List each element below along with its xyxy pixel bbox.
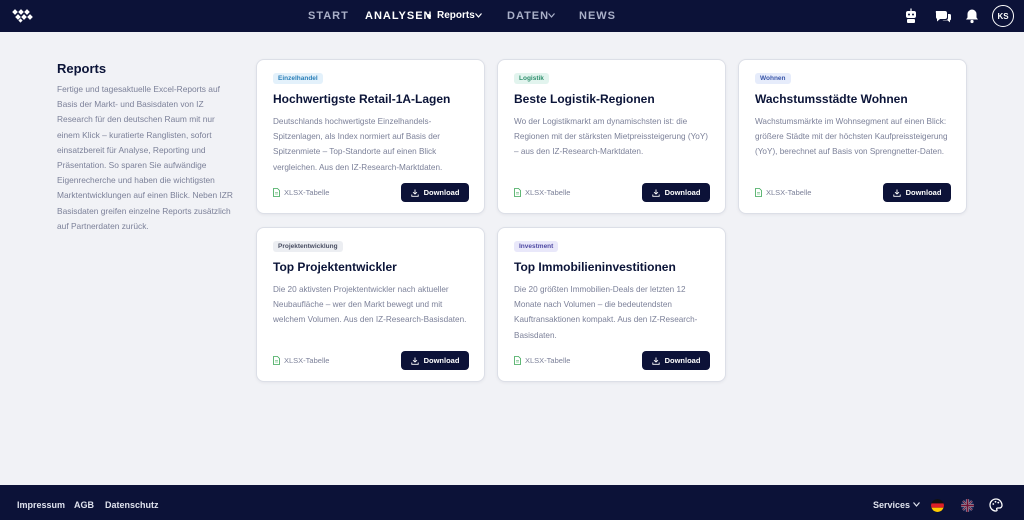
file-type-label: XLSX-Tabelle	[284, 356, 330, 365]
footer-link-impressum[interactable]: Impressum	[17, 500, 65, 510]
top-navigation: START ANALYSEN Reports DATEN NEWS KS	[0, 0, 1024, 32]
download-button-label: Download	[664, 188, 701, 197]
footer: Impressum AGB Datenschutz Services	[0, 485, 1024, 520]
card-title: Wachstumsstädte Wohnen	[755, 92, 908, 106]
file-type: XLSX-Tabelle	[514, 188, 570, 197]
nav-reports[interactable]: Reports	[437, 10, 475, 22]
download-button-label: Download	[423, 188, 460, 197]
bell-icon[interactable]	[963, 7, 981, 25]
download-button[interactable]: Download	[642, 351, 710, 370]
report-card: Wohnen Wachstumsstädte Wohnen Wachstumsmär…	[738, 59, 967, 214]
report-card: Projektentwicklung Top Projektentwickler D…	[256, 227, 485, 382]
card-title: Hochwertigste Retail-1A-Lagen	[273, 92, 451, 106]
chevron-down-icon[interactable]	[475, 13, 482, 18]
file-type-label: XLSX-Tabelle	[525, 188, 571, 197]
nav-analysen[interactable]: ANALYSEN	[365, 10, 433, 22]
card-description: Deutschlands hochwertigste Einzelhandels…	[273, 117, 443, 172]
file-type: XLSX-Tabelle	[273, 188, 329, 197]
spreadsheet-file-icon	[273, 188, 280, 197]
nav-news[interactable]: NEWS	[579, 10, 616, 22]
category-tag: Wohnen	[755, 73, 791, 84]
category-tag: Logistik	[514, 73, 549, 84]
footer-link-agb[interactable]: AGB	[74, 500, 94, 510]
download-button[interactable]: Download	[401, 183, 469, 202]
card-title: Top Immobilieninvestitionen	[514, 260, 676, 274]
report-card: Logistik Beste Logistik-Regionen Wo der Lo…	[497, 59, 726, 214]
intro-text: Fertige und tagesaktuelle Excel-Reports …	[57, 84, 233, 231]
file-type: XLSX-Tabelle	[514, 356, 570, 365]
download-icon	[410, 189, 419, 197]
download-button[interactable]: Download	[401, 351, 469, 370]
card-description: Wo der Logistikmarkt am dynamischsten is…	[514, 117, 709, 157]
robot-icon[interactable]	[902, 7, 920, 25]
footer-link-datenschutz[interactable]: Datenschutz	[105, 500, 159, 510]
card-description: Die 20 größten Immobilien-Deals der letz…	[514, 285, 698, 340]
download-button[interactable]: Download	[642, 183, 710, 202]
category-tag: Einzelhandel	[273, 73, 323, 84]
spreadsheet-file-icon	[273, 356, 280, 365]
chevron-down-icon[interactable]	[913, 502, 920, 507]
file-type: XLSX-Tabelle	[755, 188, 811, 197]
file-type-label: XLSX-Tabelle	[766, 188, 812, 197]
services-menu[interactable]: Services	[873, 500, 910, 510]
card-title: Beste Logistik-Regionen	[514, 92, 655, 106]
category-tag: Investment	[514, 241, 559, 252]
download-button-label: Download	[664, 356, 701, 365]
palette-icon[interactable]	[989, 498, 1003, 512]
nav-daten[interactable]: DATEN	[507, 10, 549, 22]
download-button[interactable]: Download	[883, 183, 951, 202]
download-icon	[651, 189, 660, 197]
download-button-label: Download	[905, 188, 942, 197]
report-card: Investment Top Immobilieninvestitionen Die…	[497, 227, 726, 382]
category-tag: Projektentwicklung	[273, 241, 343, 252]
report-card: Einzelhandel Hochwertigste Retail-1A-Lage…	[256, 59, 485, 214]
logo-icon[interactable]	[12, 9, 34, 23]
nav-start[interactable]: START	[308, 10, 349, 22]
card-description: Wachstumsmärkte im Wohnsegment auf einen…	[755, 117, 948, 157]
flag-uk-icon[interactable]	[961, 499, 974, 512]
download-button-label: Download	[423, 356, 460, 365]
spreadsheet-file-icon	[514, 356, 521, 365]
download-icon	[651, 357, 660, 365]
avatar[interactable]: KS	[992, 5, 1014, 27]
spreadsheet-file-icon	[514, 188, 521, 197]
download-icon	[410, 357, 419, 365]
card-title: Top Projektentwickler	[273, 260, 397, 274]
spreadsheet-file-icon	[755, 188, 762, 197]
download-icon	[892, 189, 901, 197]
file-type-label: XLSX-Tabelle	[525, 356, 571, 365]
chat-icon[interactable]	[934, 7, 952, 25]
flag-de-icon[interactable]	[931, 499, 944, 512]
file-type: XLSX-Tabelle	[273, 356, 329, 365]
page-title: Reports	[57, 61, 107, 76]
card-description: Die 20 aktivsten Projektentwickler nach …	[273, 285, 467, 325]
file-type-label: XLSX-Tabelle	[284, 188, 330, 197]
